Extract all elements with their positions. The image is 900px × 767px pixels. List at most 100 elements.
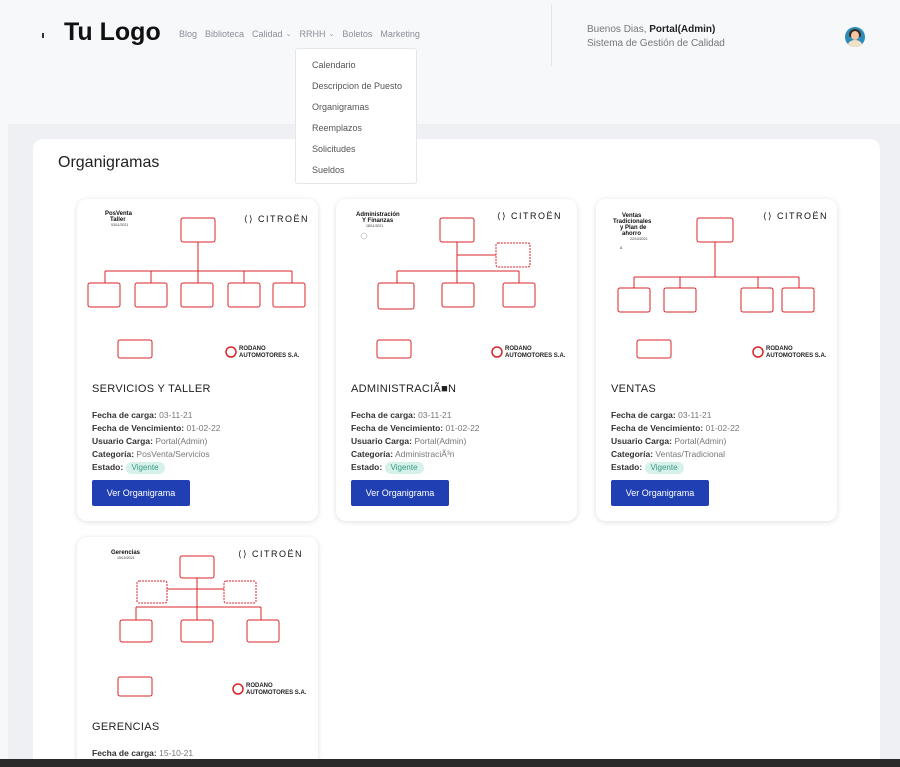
company-name: RODANO (505, 346, 532, 352)
org-box (117, 676, 153, 697)
menu-item-reemplazos[interactable]: Reemplazos (296, 118, 416, 139)
org-chart-thumbnail[interactable]: Ventas Tradicionales y Plan de ahorro 22… (596, 199, 837, 374)
brand-logo: ⟨⟩ CITROËN (238, 549, 303, 559)
company-name: AUTOMOTORES S.A. (766, 353, 827, 359)
org-box (441, 282, 475, 308)
org-card-ventas: Ventas Tradicionales y Plan de ahorro 22… (596, 199, 837, 521)
org-chart-thumbnail[interactable]: PosVenta Taller 03/11/2021 ⟨⟩ CITROËN RO… (77, 199, 318, 374)
company-logo-icon (491, 346, 503, 358)
usuario-carga: Portal(Admin) (674, 436, 727, 446)
label: Categoría: (92, 449, 135, 459)
org-box (272, 282, 306, 308)
page-title: Organigramas (58, 154, 160, 171)
org-box (179, 555, 215, 579)
fecha-carga: 03-11-21 (678, 410, 712, 420)
org-box (134, 282, 168, 308)
card-meta: Fecha de carga: 03-11-21 Fecha de Vencim… (611, 409, 740, 474)
label: Fecha de carga: (351, 410, 416, 420)
main-nav: Blog Biblioteca Calidad ⌄ RRHH ⌄ Boletos M… (179, 29, 420, 39)
fecha-carga: 15-10-21 (159, 748, 194, 758)
fecha-carga: 03-11-21 (159, 410, 193, 420)
header-divider (551, 4, 552, 66)
org-box (663, 287, 697, 313)
chevron-down-icon: ⌄ (285, 31, 292, 38)
org-box (617, 287, 651, 313)
label: Fecha de carga: (92, 410, 157, 420)
rrhh-dropdown-menu: Calendario Descripcion de Puesto Organig… (295, 48, 417, 184)
ver-organigrama-button[interactable]: Ver Organigrama (351, 480, 449, 506)
menu-item-sueldos[interactable]: Sueldos (296, 160, 416, 181)
company-name: RODANO (239, 346, 266, 352)
nav-item-label: Blog (179, 29, 198, 39)
org-box (502, 282, 536, 308)
ver-organigrama-button[interactable]: Ver Organigrama (92, 480, 190, 506)
usuario-carga: Portal(Admin) (414, 436, 467, 446)
label: Fecha de Vencimiento: (92, 423, 185, 433)
nav-item-label: Calidad (252, 29, 283, 39)
org-box (377, 282, 415, 310)
usuario-carga: Portal(Admin) (155, 436, 208, 446)
label: Estado: (611, 462, 643, 472)
company-name: AUTOMOTORES S.A. (239, 353, 300, 359)
greeting-text: Buenos Dias, (587, 24, 647, 35)
nav-item-blog[interactable]: Blog (179, 29, 197, 39)
org-box (439, 217, 475, 243)
chart-date: 18/11/2021 (366, 224, 383, 228)
nav-item-label: Biblioteca (205, 29, 245, 39)
menu-item-solicitudes[interactable]: Solicitudes (296, 139, 416, 160)
user-greeting: Buenos Dias, Portal(Admin) Sistema de Ge… (587, 23, 725, 51)
bottom-bar (0, 759, 900, 767)
nav-item-biblioteca[interactable]: Biblioteca (205, 29, 244, 39)
org-box (696, 217, 734, 243)
org-box (119, 619, 153, 643)
org-box (180, 217, 216, 243)
card-title: GERENCIAS (92, 721, 160, 733)
card-meta: Fecha de carga: 03-11-21 Fecha de Vencim… (351, 409, 480, 474)
org-chart-thumbnail[interactable]: Gerencias 15/10/2021 ⟨⟩ CITROËN RODANO A… (77, 537, 318, 712)
categoria: AdministraciÃ³n (394, 449, 455, 459)
label: Fecha de Vencimiento: (351, 423, 444, 433)
org-box (136, 580, 168, 604)
ver-organigrama-button[interactable]: Ver Organigrama (611, 480, 709, 506)
fecha-vencimiento: 01-02-22 (445, 423, 480, 433)
nav-item-boletos[interactable]: Boletos (342, 29, 372, 39)
brand-logo: ⟨⟩ CITROËN (497, 211, 562, 221)
org-card-servicios: PosVenta Taller 03/11/2021 ⟨⟩ CITROËN RO… (77, 199, 318, 521)
nav-item-marketing[interactable]: Marketing (380, 29, 420, 39)
card-title: SERVICIOS Y TALLER (92, 383, 211, 395)
menu-item-descripcion-puesto[interactable]: Descripcion de Puesto (296, 76, 416, 97)
app-subtitle: Sistema de Gestión de Calidad (587, 38, 725, 49)
org-box (781, 287, 815, 313)
org-box (227, 282, 261, 308)
company-logo-icon (232, 683, 244, 695)
chart-date: 15/10/2021 (117, 556, 135, 560)
logo[interactable]: Tu Logo (64, 18, 161, 47)
org-box (87, 282, 121, 308)
company-logo-icon (225, 346, 237, 358)
card-title: VENTAS (611, 383, 656, 395)
chart-date: 03/11/2021 (111, 223, 128, 227)
nav-item-calidad[interactable]: Calidad ⌄ (252, 29, 291, 39)
chevron-down-icon: ⌄ (328, 31, 335, 38)
status-badge: Vigente (644, 462, 684, 474)
user-name: Portal(Admin) (649, 24, 716, 35)
avatar[interactable] (845, 27, 865, 47)
fecha-carga: 03-11-21 (418, 410, 452, 420)
label: Usuario Carga: (351, 436, 412, 446)
nav-item-rrhh[interactable]: RRHH ⌄ (299, 29, 334, 39)
org-card-administracion: Administración Y Finanzas 18/11/2021 ⟨⟩ … (336, 199, 577, 521)
menu-item-organigramas[interactable]: Organigramas (296, 97, 416, 118)
company-name: RODANO (766, 346, 793, 352)
org-box (117, 339, 153, 359)
categoria: PosVenta/Servicios (136, 449, 210, 459)
card-title: ADMINISTRACIÃ■N (351, 383, 457, 395)
org-chart-thumbnail[interactable]: Administración Y Finanzas 18/11/2021 ⟨⟩ … (336, 199, 577, 374)
org-box (495, 242, 531, 268)
fecha-vencimiento: 01-02-22 (705, 423, 740, 433)
company-name: RODANO (246, 683, 273, 689)
chart-date: 22/10/2021 (630, 237, 648, 241)
status-badge: Vigente (384, 462, 424, 474)
org-box (180, 282, 214, 308)
menu-item-calendario[interactable]: Calendario (296, 55, 416, 76)
label: Fecha de carga: (611, 410, 676, 420)
